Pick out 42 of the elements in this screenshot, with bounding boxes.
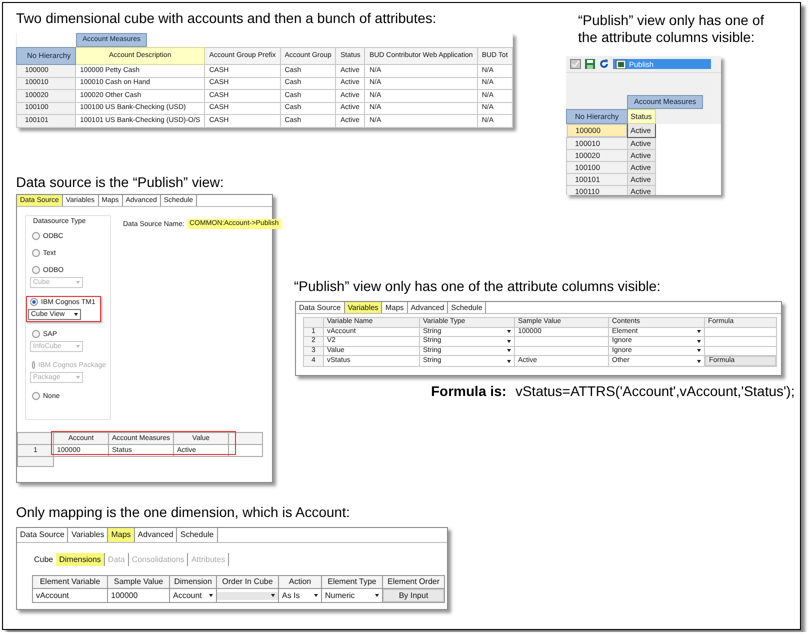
tab[interactable]: Cube xyxy=(31,553,56,566)
caret-icon xyxy=(507,360,511,362)
checkmark-icon[interactable] xyxy=(570,59,581,69)
caret-icon xyxy=(314,594,318,597)
caption: “Publish” view only has one of the attribute columns visible: xyxy=(294,278,661,295)
tab[interactable]: Dimensions xyxy=(56,553,105,566)
tab[interactable]: Maps xyxy=(108,528,135,542)
tab[interactable]: Advanced xyxy=(134,528,178,542)
caret-icon xyxy=(507,340,511,343)
cell-button[interactable]: By Input xyxy=(384,590,444,602)
caret-icon xyxy=(507,330,511,334)
table-cell: 100000 xyxy=(108,588,170,602)
caret-icon xyxy=(697,340,701,343)
column-header: Element Variable xyxy=(32,576,108,588)
table-cell: vAccount xyxy=(32,588,108,602)
column-header: Element Order xyxy=(382,576,444,588)
column-header: Element Type xyxy=(322,576,382,588)
refresh-icon[interactable] xyxy=(599,59,609,69)
save-icon[interactable] xyxy=(585,59,595,69)
caret-icon xyxy=(697,330,701,334)
caption: “Publish” view only has one of the attribute columns visible: xyxy=(578,12,765,46)
caret-icon xyxy=(697,349,701,352)
caret-icon xyxy=(375,594,379,597)
column-header: Action xyxy=(278,576,322,588)
tab[interactable]: Data Source xyxy=(17,528,68,542)
caption: Only mapping is the one dimension, which is Account: xyxy=(16,504,350,521)
column-header: Sample Value xyxy=(108,576,170,588)
caption: Data source is the “Publish” view: xyxy=(16,174,224,191)
column-header: Order In Cube xyxy=(216,576,278,588)
caret-icon xyxy=(76,345,80,348)
formula-text: vStatus=ATTRS('Account',vAccount,'Status'); xyxy=(515,383,795,399)
caret-icon xyxy=(209,594,213,597)
caret-icon xyxy=(74,313,78,316)
caption: Two dimensional cube with accounts and then a bunch of attributes: xyxy=(16,10,436,27)
tab[interactable]: Schedule xyxy=(177,528,218,542)
caret-icon xyxy=(507,349,511,352)
caret-icon xyxy=(76,281,80,284)
caret-icon xyxy=(271,594,275,597)
caret-icon xyxy=(76,376,80,379)
column-header: Dimension xyxy=(170,576,216,588)
caret-icon xyxy=(697,360,701,362)
formula-label: Formula is: xyxy=(431,383,506,399)
